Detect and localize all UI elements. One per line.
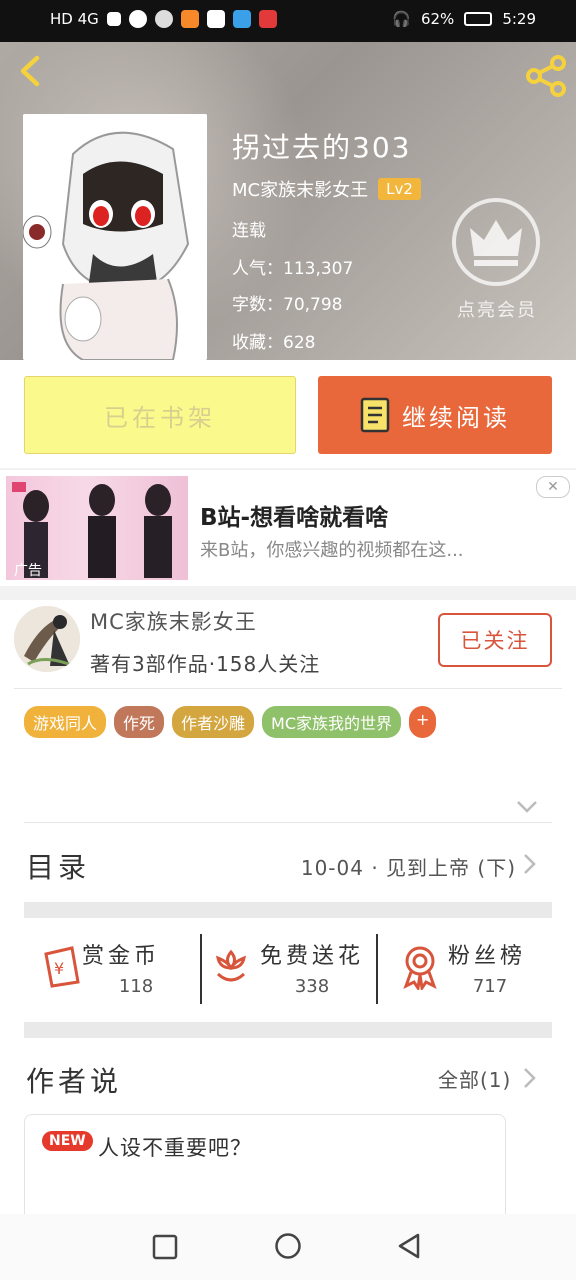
- cover-illustration: [23, 114, 207, 360]
- continue-reading-button[interactable]: 继续阅读: [318, 376, 552, 454]
- author-name[interactable]: MC家族末影女王: [90, 606, 257, 636]
- book-author[interactable]: MC家族末影女王: [232, 176, 368, 202]
- favorites-count: 收藏：628: [232, 333, 316, 353]
- huawei-icon: [258, 10, 277, 28]
- divider: [14, 688, 562, 689]
- back-arrow-icon[interactable]: [14, 54, 48, 88]
- stat-value: 338: [294, 976, 330, 997]
- ad-tag: 广告: [14, 563, 42, 579]
- battery-percent: 62%: [420, 10, 455, 28]
- ad-description[interactable]: 来B站，你感兴趣的视频都在这...: [200, 536, 464, 562]
- section-separator: [24, 1022, 552, 1038]
- fan-ranking[interactable]: 粉丝榜 717: [380, 930, 556, 1006]
- ad-close-button[interactable]: ✕: [536, 476, 570, 498]
- vip-label[interactable]: 点亮会员: [452, 296, 542, 322]
- home-icon[interactable]: [274, 1232, 302, 1260]
- tag-chip[interactable]: 游戏同人: [24, 706, 107, 738]
- share-icon[interactable]: [524, 54, 568, 98]
- follow-button[interactable]: 已关注: [438, 613, 552, 667]
- author-says-all[interactable]: 全部(1): [438, 1064, 511, 1093]
- tag-chip[interactable]: 作者沙雕: [172, 706, 255, 738]
- author-says-message[interactable]: 人设不重要吧？: [98, 1132, 252, 1162]
- toc-label[interactable]: 目录: [26, 846, 90, 886]
- tag-list: 游戏同人 作死 作者沙雕 MC家族我的世界 +: [24, 706, 437, 738]
- stat-label: 粉丝榜: [448, 944, 527, 969]
- battery-icon: [464, 12, 493, 26]
- continue-reading-label: 继续阅读: [402, 403, 510, 432]
- ad-banner[interactable]: 广告 B站-想看啥就看啥 来B站，你感兴趣的视频都在这... ✕: [0, 470, 576, 586]
- serial-status: 连载: [232, 221, 266, 241]
- video-app-icon: [180, 10, 199, 28]
- stat-label: 赏金币: [82, 944, 161, 969]
- divider: [24, 822, 552, 823]
- book-title: 拐过去的303: [232, 131, 412, 164]
- tag-chip[interactable]: MC家族我的世界: [262, 706, 402, 738]
- section-separator: [24, 902, 552, 918]
- add-tag-button[interactable]: +: [409, 706, 437, 738]
- network-label: HD 4G: [50, 10, 99, 28]
- on-shelf-button[interactable]: 已在书架: [24, 376, 296, 454]
- reward-coins[interactable]: ¥ 赏金币 118: [24, 930, 200, 1006]
- wifi-icon: [128, 10, 147, 28]
- free-flowers[interactable]: 免费送花 338: [202, 930, 378, 1006]
- avatar-illustration: [14, 606, 80, 672]
- word-count: 字数：70,798: [232, 295, 343, 315]
- headphone-icon: 🎧: [392, 10, 411, 28]
- book-author-row: MC家族末影女王 Lv2: [232, 176, 421, 202]
- book-cover[interactable]: [23, 114, 207, 360]
- status-right: 🎧 62% 5:29: [392, 10, 536, 28]
- browser-icon: [232, 10, 251, 28]
- author-stats: 著有3部作品·158人关注: [90, 652, 321, 676]
- author-says-label: 作者说: [26, 1065, 123, 1098]
- system-nav-bar: [0, 1214, 576, 1280]
- tag-chip[interactable]: 作死: [114, 706, 165, 738]
- wechat-icon: [206, 10, 225, 28]
- action-bar: 已在书架 继续阅读: [0, 360, 576, 468]
- status-left: HD 4G: [50, 10, 277, 28]
- book-icon: [360, 397, 390, 433]
- author-avatar[interactable]: [14, 606, 80, 672]
- level-badge: Lv2: [378, 178, 421, 200]
- stat-label: 免费送花: [260, 944, 365, 969]
- chevron-right-icon[interactable]: [520, 852, 538, 876]
- stat-value: 717: [472, 976, 508, 997]
- author-says-card[interactable]: [24, 1114, 506, 1228]
- recents-icon[interactable]: [152, 1234, 178, 1260]
- popularity: 人气：113,307: [232, 259, 354, 279]
- new-badge: NEW: [42, 1131, 93, 1151]
- clock: 5:29: [502, 10, 536, 28]
- status-bar: HD 4G 🎧 62% 5:29: [0, 0, 576, 42]
- chevron-right-icon[interactable]: [520, 1066, 538, 1090]
- ad-title[interactable]: B站-想看啥就看啥: [200, 498, 388, 532]
- crown-icon: [470, 220, 522, 266]
- chevron-down-icon[interactable]: [515, 798, 539, 816]
- stat-value: 118: [118, 976, 154, 997]
- latest-chapter[interactable]: 10-04 · 见到上帝 (下): [301, 852, 516, 881]
- globe-icon: [154, 10, 173, 28]
- vip-button[interactable]: [452, 198, 540, 286]
- signal-icon: [106, 12, 121, 26]
- divider: [376, 934, 378, 1004]
- back-icon[interactable]: [396, 1232, 422, 1260]
